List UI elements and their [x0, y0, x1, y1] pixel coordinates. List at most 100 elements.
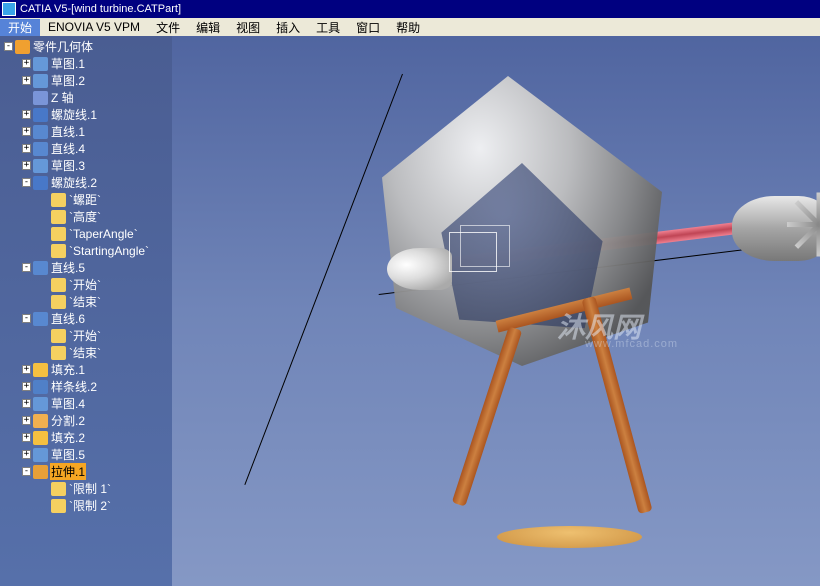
tree-expander-icon[interactable]: + — [22, 382, 31, 391]
tree-expander-icon[interactable]: - — [22, 263, 31, 272]
tree-item[interactable]: + 草图.4 — [0, 395, 172, 412]
tree-item-label: 螺旋线.1 — [50, 106, 98, 123]
tree-item[interactable]: `螺距` — [0, 191, 172, 208]
param-icon — [51, 193, 66, 207]
workspace: -零件几何体+草图.1+草图.2Z 轴+螺旋线.1+直线.1+直线.4+草图.3… — [0, 36, 820, 586]
feature-tree[interactable]: -零件几何体+草图.1+草图.2Z 轴+螺旋线.1+直线.1+直线.4+草图.3… — [0, 36, 172, 586]
tree-expander-icon[interactable]: + — [22, 433, 31, 442]
tree-item[interactable]: +样条线.2 — [0, 378, 172, 395]
tree-item-label: 拉伸.1 — [50, 463, 86, 480]
sketch-icon — [33, 57, 48, 71]
tree-item-label: `结束` — [68, 293, 102, 310]
tree-item[interactable]: + 直线.1 — [0, 123, 172, 140]
tree-expander-icon[interactable]: + — [22, 365, 31, 374]
fill-icon — [33, 431, 48, 445]
tree-item-label: 直线.6 — [50, 310, 86, 327]
tree-expander-icon[interactable]: + — [22, 399, 31, 408]
sketch-icon — [33, 74, 48, 88]
menu-file[interactable]: 文件 — [148, 19, 188, 36]
tree-item[interactable]: + 草图.2 — [0, 72, 172, 89]
tree-item[interactable]: `开始` — [0, 276, 172, 293]
tree-item-label: 直线.4 — [50, 140, 86, 157]
tree-item-label: `开始` — [68, 327, 102, 344]
tree-expander-icon[interactable]: + — [22, 59, 31, 68]
tree-item-label: `限制 1` — [68, 480, 112, 497]
tree-expander-icon[interactable]: + — [22, 161, 31, 170]
tree-item[interactable]: + 直线.4 — [0, 140, 172, 157]
tree-expander-icon[interactable]: + — [22, 127, 31, 136]
tree-item[interactable]: - 零件几何体 — [0, 38, 172, 55]
helix-icon — [33, 108, 48, 122]
menu-insert[interactable]: 插入 — [268, 19, 308, 36]
tree-item-label: 填充.1 — [50, 361, 86, 378]
menu-edit[interactable]: 编辑 — [188, 19, 228, 36]
menu-help[interactable]: 帮助 — [388, 19, 428, 36]
tree-item-label: `结束` — [68, 344, 102, 361]
tree-expander-icon[interactable]: + — [22, 76, 31, 85]
tree-item[interactable]: - 拉伸.1 — [0, 463, 172, 480]
tree-item[interactable]: - 直线.6 — [0, 310, 172, 327]
param-icon — [51, 499, 66, 513]
tree-item-label: 草图.5 — [50, 446, 86, 463]
tree-item-label: 草图.2 — [50, 72, 86, 89]
tree-expander-icon[interactable]: + — [22, 450, 31, 459]
app-icon — [2, 2, 16, 16]
tree-expander-icon[interactable]: - — [22, 178, 31, 187]
tree-item[interactable]: `限制 1` — [0, 480, 172, 497]
3d-viewport[interactable]: 沐风网 www.mfcad.com — [172, 36, 820, 586]
tree-expander-icon[interactable]: - — [22, 314, 31, 323]
tree-item[interactable]: `高度` — [0, 208, 172, 225]
tree-item-label: 直线.5 — [50, 259, 86, 276]
tree-item[interactable]: `限制 2` — [0, 497, 172, 514]
tree-item[interactable]: + 填充.1 — [0, 361, 172, 378]
tree-item-label: 填充.2 — [50, 429, 86, 446]
nose-cone — [387, 248, 452, 290]
tree-item[interactable]: `结束` — [0, 293, 172, 310]
menu-view[interactable]: 视图 — [228, 19, 268, 36]
fill-icon — [33, 363, 48, 377]
tree-item[interactable]: `StartingAngle` — [0, 242, 172, 259]
tree-item[interactable]: `TaperAngle` — [0, 225, 172, 242]
tree-item-label: 直线.1 — [50, 123, 86, 140]
param-icon — [51, 295, 66, 309]
tree-item[interactable]: -螺旋线.2 — [0, 174, 172, 191]
axis-icon — [33, 91, 48, 105]
tree-expander-icon[interactable]: - — [4, 42, 13, 51]
line-icon — [33, 261, 48, 275]
tree-item[interactable]: + 螺旋线.1 — [0, 106, 172, 123]
tree-item-label: 分割.2 — [50, 412, 86, 429]
menu-bar: 开始 ENOVIA V5 VPM 文件 编辑 视图 插入 工具 窗口 帮助 — [0, 18, 820, 36]
menu-tools[interactable]: 工具 — [308, 19, 348, 36]
tree-item-label: `开始` — [68, 276, 102, 293]
spline-icon — [33, 380, 48, 394]
param-icon — [51, 227, 66, 241]
tree-item-label: `TaperAngle` — [68, 227, 139, 241]
tree-expander-icon[interactable]: + — [22, 416, 31, 425]
param-icon — [51, 482, 66, 496]
tree-item-label: `高度` — [68, 208, 102, 225]
tree-item[interactable]: + 填充.2 — [0, 429, 172, 446]
param-icon — [51, 278, 66, 292]
tree-item-label: 零件几何体 — [32, 38, 94, 55]
tree-item[interactable]: + 分割.2 — [0, 412, 172, 429]
menu-start[interactable]: 开始 — [0, 19, 40, 36]
tree-item[interactable]: - 直线.5 — [0, 259, 172, 276]
menu-enovia[interactable]: ENOVIA V5 VPM — [40, 20, 148, 34]
axis-line-vertical — [244, 74, 403, 485]
sketch-icon — [33, 159, 48, 173]
tree-item[interactable]: +草图.3 — [0, 157, 172, 174]
tree-item-label: 草图.1 — [50, 55, 86, 72]
tree-expander-icon[interactable]: - — [22, 467, 31, 476]
selection-wireframe — [449, 232, 497, 272]
tree-item[interactable]: Z 轴 — [0, 89, 172, 106]
tree-item[interactable]: `结束` — [0, 344, 172, 361]
menu-window[interactable]: 窗口 — [348, 19, 388, 36]
tree-item[interactable]: + 草图.5 — [0, 446, 172, 463]
body-icon — [15, 40, 30, 54]
tree-item-label: 草图.4 — [50, 395, 86, 412]
tree-item[interactable]: `开始` — [0, 327, 172, 344]
tree-expander-icon[interactable]: + — [22, 110, 31, 119]
tree-expander-icon[interactable]: + — [22, 144, 31, 153]
tree-item[interactable]: + 草图.1 — [0, 55, 172, 72]
app-title: CATIA V5 — [20, 3, 67, 15]
